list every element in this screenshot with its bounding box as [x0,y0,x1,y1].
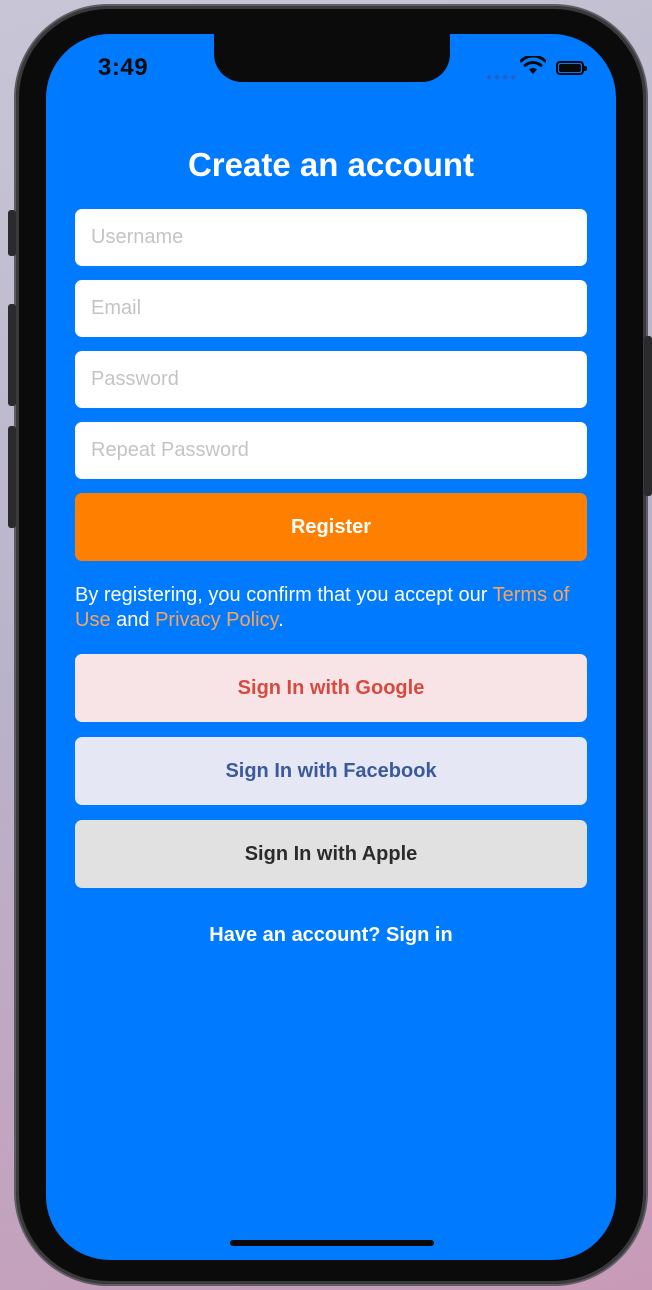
terms-middle-text: and [110,609,156,631]
terms-prefix-text: By registering, you confirm that you acc… [75,584,493,606]
volume-up-button [8,304,16,406]
sign-in-link[interactable]: Have an account? Sign in [46,924,616,947]
power-button [644,336,652,496]
register-button[interactable]: Register [75,493,587,561]
terms-suffix-text: . [278,609,284,631]
email-input[interactable] [75,280,587,337]
notch [214,34,450,82]
volume-down-button [8,426,16,528]
privacy-policy-link[interactable]: Privacy Policy [155,609,278,631]
repeat-password-input[interactable] [75,422,587,479]
terms-notice: By registering, you confirm that you acc… [75,583,591,633]
home-indicator [230,1240,434,1246]
wifi-icon [519,54,547,81]
status-time: 3:49 [98,54,149,81]
cellular-signal-icon: ●●●● [486,72,519,83]
sign-in-google-button[interactable]: Sign In with Google [75,654,587,722]
mute-switch [8,210,16,256]
sign-in-facebook-button[interactable]: Sign In with Facebook [75,737,587,805]
sign-in-apple-button[interactable]: Sign In with Apple [75,820,587,888]
page-title: Create an account [187,146,475,183]
app-screen: 3:49 ●●●● Create an account Register By … [46,34,616,1260]
password-input[interactable] [75,351,587,408]
username-input[interactable] [75,209,587,266]
battery-icon [556,61,587,75]
